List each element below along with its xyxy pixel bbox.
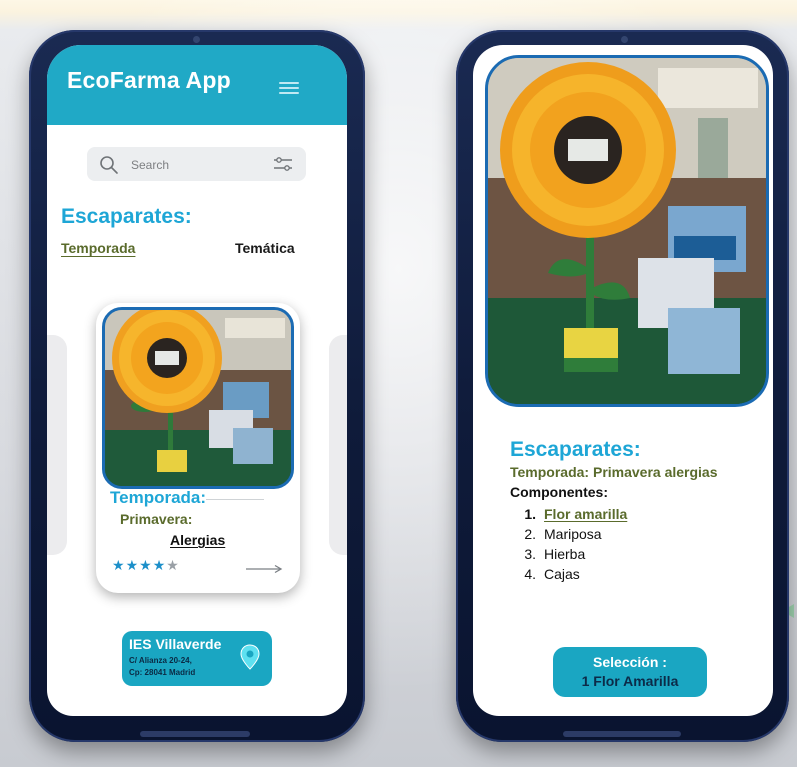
carousel-next-card[interactable] [329,335,347,555]
address-line2: Cp: 28041 Madrid [129,668,196,677]
search-icon [100,156,118,174]
season-line: Temporada: Primavera alergias [510,464,718,480]
card-subtitle: Primavera: [120,511,193,527]
showcase-card[interactable]: Temporada: Primavera: Alergias ★★★★★ [96,303,300,593]
camera-dot [193,36,200,43]
rating-stars: ★★★★★ [112,557,180,574]
filter-icon[interactable] [273,157,293,171]
screen-left: EcoFarma App Escaparates: Temporada Temá… [47,45,347,716]
tab-tematica[interactable]: Temática [235,240,295,256]
home-indicator [563,731,681,737]
star-icon: ★ [152,557,167,573]
card-photo [102,307,294,489]
card-name[interactable]: Alergias [170,532,225,548]
component-label: Flor amarilla [544,506,628,522]
selection-badge[interactable]: Selección : 1 Flor Amarilla [553,647,707,697]
carousel-prev-card[interactable] [47,335,67,555]
address-line1: C/ Alianza 20-24, [129,656,192,665]
menu-icon[interactable] [279,82,299,94]
search-bar[interactable] [87,147,306,181]
components-label: Componentes: [510,484,608,500]
list-item[interactable]: 1. Flor amarilla [510,504,730,524]
home-indicator [140,731,250,737]
location-pin-icon [240,644,260,670]
app-header: EcoFarma App [47,45,347,125]
star-icon: ★ [139,557,153,573]
list-item[interactable]: 4. Cajas [510,564,730,584]
section-title: Escaparates: [510,438,641,461]
app-title: EcoFarma App [67,67,231,93]
component-label: Cajas [544,566,580,582]
search-input[interactable] [129,156,253,174]
selection-label: Selección : [593,654,667,670]
list-item[interactable]: 2. Mariposa [510,524,730,544]
list-item[interactable]: 3. Hierba [510,544,730,564]
star-icon: ★ [166,557,180,573]
camera-dot [621,36,628,43]
school-name: IES Villaverde [129,636,222,652]
component-label: Mariposa [544,526,602,542]
selection-value: 1 Flor Amarilla [581,673,679,689]
location-badge[interactable]: IES Villaverde C/ Alianza 20-24, Cp: 280… [122,631,272,686]
divider [206,499,264,500]
screen-right: Escaparates: Temporada: Primavera alergi… [473,45,773,716]
arrow-right-icon[interactable] [246,564,284,574]
component-label: Hierba [544,546,586,562]
star-icon: ★ [112,557,126,573]
tab-temporada[interactable]: Temporada [61,240,135,256]
section-title: Escaparates: [61,205,192,228]
components-list: 1. Flor amarilla 2. Mariposa 3. Hierba 4. Ca… [510,504,730,584]
showcase-photo [485,55,769,407]
star-icon: ★ [125,557,140,573]
card-title: Temporada: [110,488,207,507]
